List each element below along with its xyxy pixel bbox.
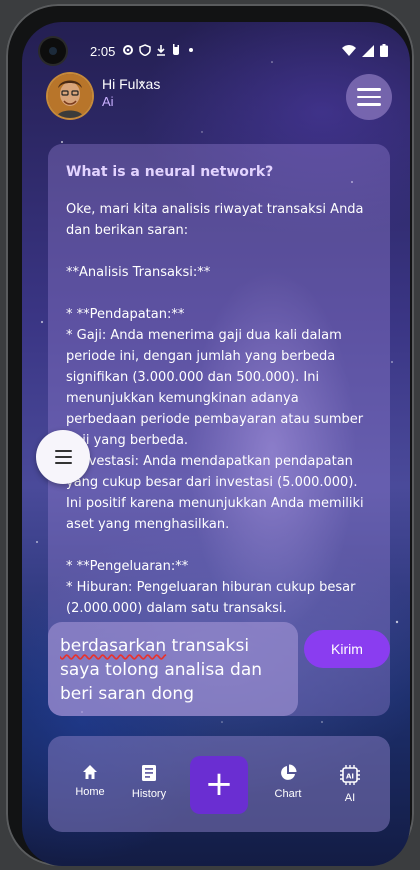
shield-icon [139,44,151,56]
history-book-icon [142,765,156,781]
nav-home-label: Home [75,786,105,798]
hamburger-icon-line [54,462,72,464]
nav-ai-label: AI [344,792,356,804]
front-camera [40,38,66,64]
add-transaction-button[interactable]: + [190,756,248,814]
settings-icon [123,45,133,55]
message-input[interactable]: berdasarkan transaksi saya tolong analis… [48,622,298,716]
user-photo-icon [48,74,92,118]
system-icons [342,44,388,57]
ai-answer-text: Oke, mari kita analisis riwayat transaks… [66,202,364,616]
download-icon [157,45,165,56]
send-button[interactable]: Kirim [304,630,390,668]
hamburger-icon-line [54,450,72,452]
nav-history-label: History [131,788,167,800]
nav-home[interactable]: Home [60,764,120,798]
input-line-3: beri saran dong [60,684,194,704]
hamburger-icon-line [357,88,381,91]
device-frame: 2:05 Hi Fulxas Ai What is a neural netwo… [0,0,420,870]
avatar[interactable] [48,74,92,118]
nav-history[interactable]: History [119,764,179,800]
pie-chart-icon [281,764,297,780]
input-line-1: berdasarkan transaksi [60,634,286,658]
nav-ai[interactable]: AI AI [320,764,380,804]
hamburger-icon-line [357,95,381,99]
nav-chart[interactable]: Chart [258,764,318,800]
status-bar: 2:05 [22,22,410,64]
home-icon [83,765,97,779]
signal-icon [362,44,374,57]
status-time: 2:05 [90,44,116,59]
chat-message[interactable]: What is a neural network? Oke, mari kita… [66,162,372,632]
hand-icon [173,44,179,55]
floating-menu-button[interactable] [36,430,90,484]
battery-icon [380,44,388,57]
question-title: What is a neural network? [66,164,274,180]
ai-subtitle: Ai [102,94,114,109]
input-line-2: saya tolong analisa dan [60,660,263,680]
input-line-1-rest: transaksi [166,636,250,656]
hamburger-icon-line [54,456,72,458]
greeting-text: Hi Fulxas [102,76,161,92]
menu-button[interactable] [346,74,392,120]
wifi-icon [342,44,356,56]
app-header: Hi Fulxas Ai [44,74,394,124]
dot-icon [189,48,193,52]
app-screen: 2:05 Hi Fulxas Ai What is a neural netwo… [22,22,410,866]
ai-chip-icon: AI [340,765,360,785]
bottom-navigation: Home History + Chart AI AI [48,736,390,832]
input-misspelled-word: berdasarkan [60,636,167,656]
hamburger-icon-line [357,103,381,106]
chat-card: What is a neural network? Oke, mari kita… [48,144,390,716]
nav-chart-label: Chart [274,788,302,800]
notification-icons [122,44,196,56]
svg-text:AI: AI [346,773,354,781]
phone-body: 2:05 Hi Fulxas Ai What is a neural netwo… [6,4,414,866]
